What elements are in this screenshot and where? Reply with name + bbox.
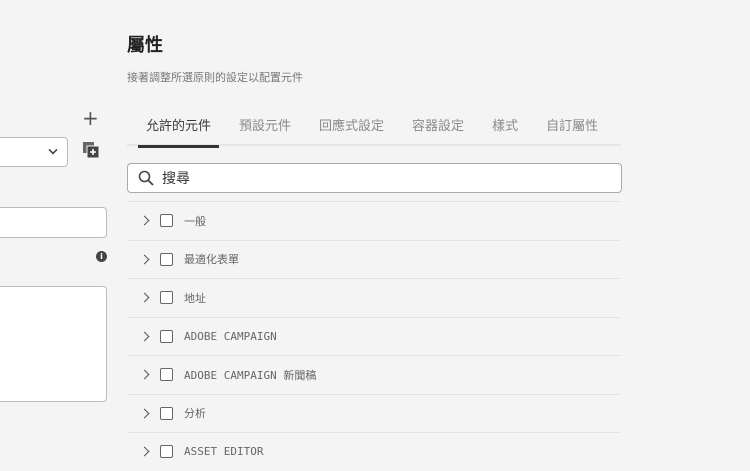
- list-item: 分析: [127, 393, 621, 433]
- checkbox[interactable]: [160, 291, 173, 305]
- chevron-right-icon[interactable]: [139, 215, 150, 226]
- page-title: 屬性: [127, 35, 163, 56]
- page-subtitle: 接著調整所選原則的設定以配置元件: [127, 71, 303, 84]
- list-item: 最適化表單: [127, 239, 621, 279]
- group-label: 最適化表單: [184, 253, 239, 267]
- checkbox[interactable]: [160, 445, 173, 459]
- chevron-right-icon[interactable]: [139, 254, 150, 265]
- search-input[interactable]: 搜尋: [127, 163, 622, 193]
- list-item: 地址: [127, 278, 621, 317]
- chevron-down-icon: [48, 145, 58, 155]
- search-icon: [138, 170, 154, 186]
- tab-container-settings[interactable]: 容器設定: [412, 108, 464, 146]
- tab-bar: 允許的元件 預設元件 回應式設定 容器設定 樣式 自訂屬性: [127, 108, 621, 148]
- policy-select[interactable]: [0, 137, 68, 167]
- list-item: ADOBE CAMPAIGN 新聞稿: [127, 355, 621, 394]
- list-item: ADOBE CAMPAIGN: [127, 316, 621, 356]
- duplicate-icon[interactable]: [83, 142, 100, 159]
- search-placeholder: 搜尋: [162, 171, 190, 187]
- component-group-list: 一般 最適化表單 地址 ADOBE CAMPAIGN ADOBE CAMPAIG…: [127, 201, 621, 471]
- tab-allowed-components[interactable]: 允許的元件: [137, 108, 220, 148]
- chevron-right-icon[interactable]: [139, 408, 150, 419]
- group-label: ASSET EDITOR: [184, 445, 264, 459]
- info-icon[interactable]: i: [96, 251, 107, 262]
- tab-styles[interactable]: 樣式: [492, 108, 518, 146]
- policy-description-textarea[interactable]: [0, 286, 107, 402]
- tab-custom-properties[interactable]: 自訂屬性: [546, 108, 598, 146]
- policy-title-input[interactable]: [0, 207, 107, 238]
- group-label: 分析: [184, 407, 206, 421]
- add-button[interactable]: +: [82, 108, 99, 128]
- group-label: 地址: [184, 291, 206, 305]
- group-label: ADOBE CAMPAIGN: [184, 329, 277, 343]
- list-item: 一般: [127, 201, 621, 240]
- checkbox[interactable]: [160, 214, 173, 228]
- tab-responsive-settings[interactable]: 回應式設定: [319, 108, 384, 146]
- checkbox[interactable]: [160, 406, 173, 420]
- chevron-right-icon[interactable]: [139, 446, 150, 457]
- list-item: ASSET EDITOR: [127, 432, 621, 471]
- chevron-right-icon[interactable]: [139, 369, 150, 380]
- checkbox[interactable]: [160, 368, 173, 382]
- checkbox[interactable]: [160, 252, 173, 266]
- group-label: ADOBE CAMPAIGN 新聞稿: [184, 368, 317, 382]
- chevron-right-icon[interactable]: [139, 292, 150, 303]
- tab-default-components[interactable]: 預設元件: [239, 108, 291, 146]
- group-label: 一般: [184, 214, 206, 228]
- chevron-right-icon[interactable]: [139, 331, 150, 342]
- checkbox[interactable]: [160, 329, 173, 343]
